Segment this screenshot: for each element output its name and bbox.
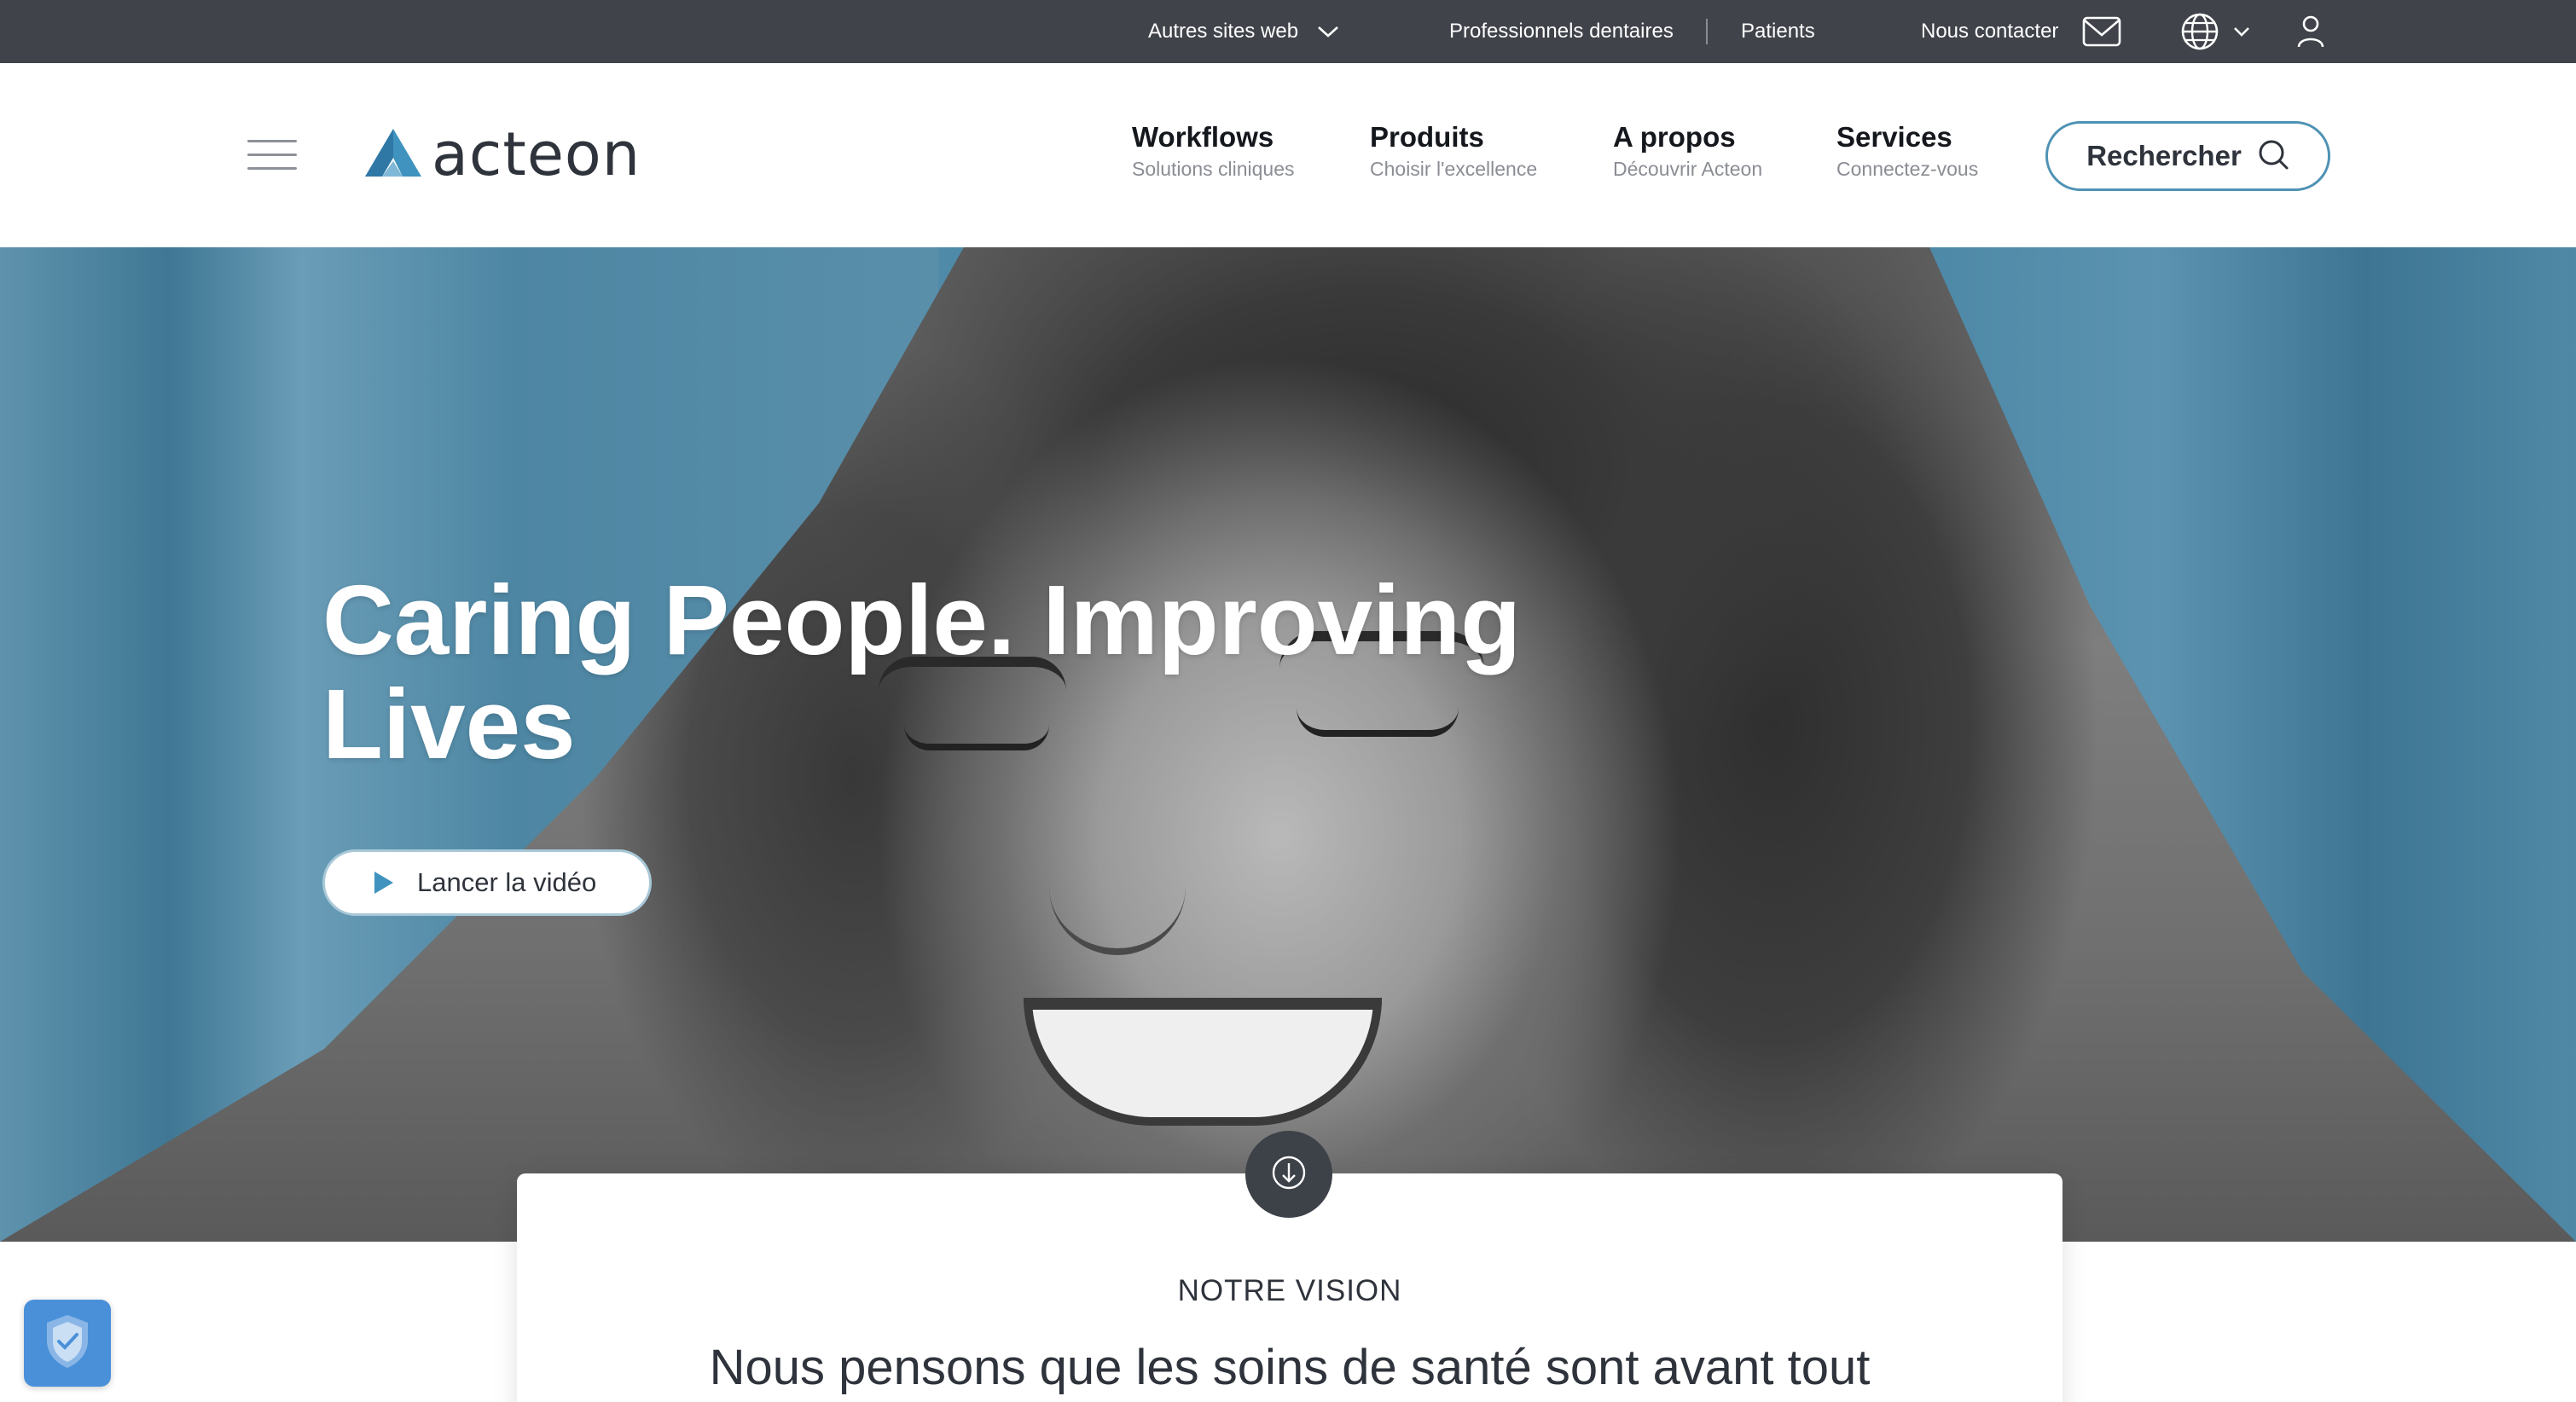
chevron-down-icon — [1317, 25, 1339, 38]
play-video-button[interactable]: Lancer la vidéo — [322, 849, 652, 916]
arrow-down-circle-icon — [1268, 1151, 1310, 1198]
top-utility-bar: Autres sites web Professionnels dentaire… — [0, 0, 2576, 63]
contact-label: Nous contacter — [1921, 20, 2059, 43]
search-button[interactable]: Rechercher — [2045, 121, 2330, 191]
play-icon — [374, 872, 393, 894]
patients-link[interactable]: Patients — [1741, 0, 1815, 63]
nav-title: Produits — [1370, 121, 1484, 153]
topbar-divider — [1706, 19, 1708, 44]
nav-title: A propos — [1613, 121, 1736, 153]
nav-subtitle: Connectez-vous — [1836, 158, 1979, 180]
logo-mark-icon — [363, 127, 423, 182]
hero-banner: Caring People. Improving Lives Lancer la… — [0, 247, 2576, 1242]
patients-label: Patients — [1741, 20, 1815, 43]
nav-subtitle: Découvrir Acteon — [1613, 158, 1763, 180]
search-button-label: Rechercher — [2086, 140, 2242, 171]
search-icon — [2257, 138, 2289, 175]
dental-pros-label: Professionnels dentaires — [1449, 20, 1674, 43]
shield-check-icon — [42, 1312, 93, 1376]
privacy-settings-button[interactable] — [24, 1300, 111, 1387]
other-sites-label: Autres sites web — [1148, 20, 1299, 43]
other-sites-dropdown[interactable]: Autres sites web — [1148, 0, 1339, 63]
nav-subtitle: Solutions cliniques — [1132, 158, 1295, 180]
acteon-logo[interactable]: acteon — [363, 125, 641, 184]
account-link[interactable] — [2296, 0, 2325, 63]
nav-services[interactable]: Services Connectez-vous — [1836, 123, 1978, 181]
nav-title: Services — [1836, 121, 1952, 153]
scroll-down-button[interactable] — [1245, 1131, 1332, 1218]
nav-workflows[interactable]: Workflows Solutions cliniques — [1132, 123, 1295, 181]
chevron-down-icon — [2233, 26, 2250, 37]
nav-title: Workflows — [1132, 121, 1274, 153]
language-selector[interactable] — [2180, 0, 2250, 63]
contact-link[interactable]: Nous contacter — [1921, 0, 2121, 63]
nav-a-propos[interactable]: A propos Découvrir Acteon — [1613, 123, 1762, 181]
vision-text: Nous pensons que les soins de santé sont… — [709, 1340, 1871, 1395]
hero-title: Caring People. Improving Lives — [322, 565, 1522, 779]
nav-subtitle: Choisir l'excellence — [1370, 158, 1538, 180]
play-video-label: Lancer la vidéo — [417, 867, 597, 897]
logo-wordmark: acteon — [432, 119, 641, 189]
nav-produits[interactable]: Produits Choisir l'excellence — [1370, 123, 1537, 181]
main-header: acteon Workflows Solutions cliniques Pro… — [0, 63, 2576, 247]
dental-pros-link[interactable]: Professionnels dentaires — [1449, 0, 1674, 63]
user-icon — [2296, 14, 2325, 49]
hamburger-menu-icon[interactable] — [247, 138, 297, 172]
mail-icon — [2082, 16, 2121, 47]
globe-icon — [2180, 12, 2219, 51]
vision-heading: NOTRE VISION — [1177, 1274, 1402, 1307]
